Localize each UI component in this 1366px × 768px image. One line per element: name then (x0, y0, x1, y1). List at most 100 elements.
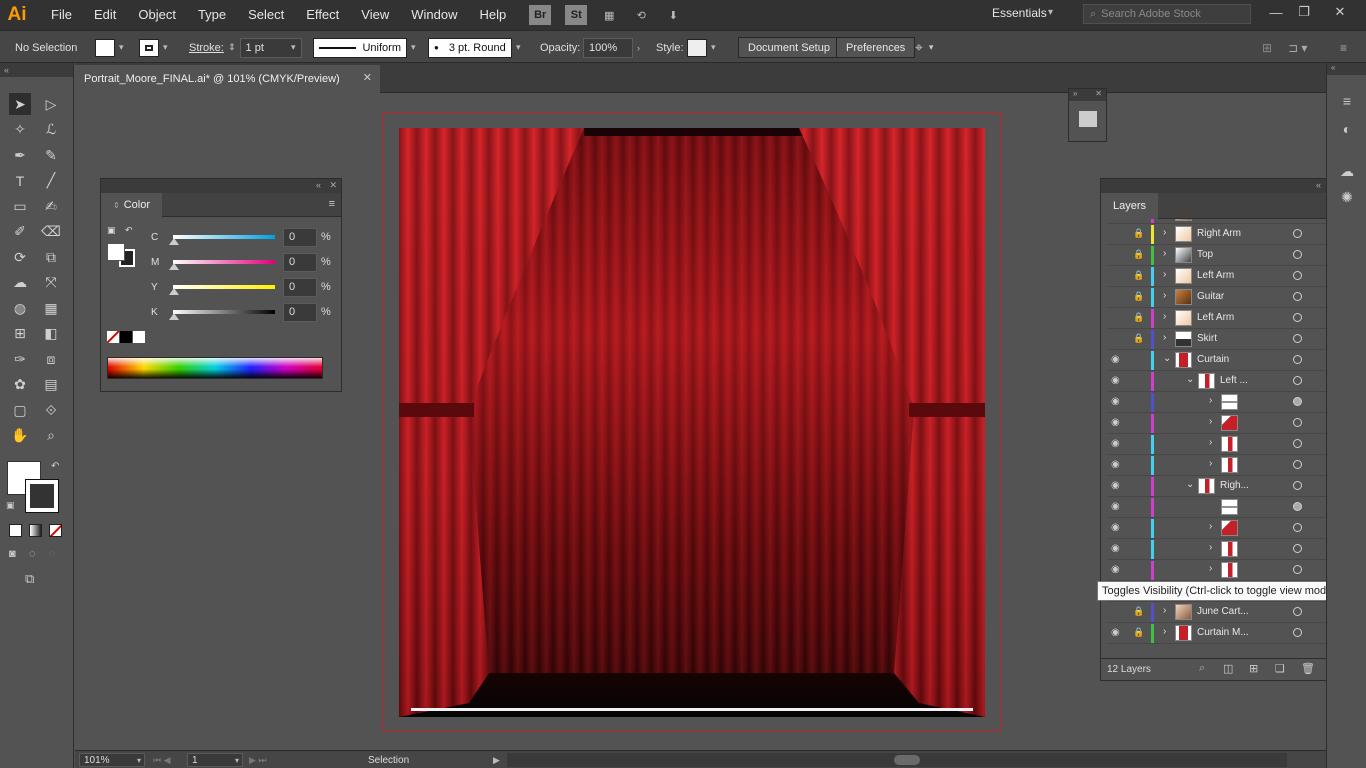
stepper-icon[interactable]: ⇕ (228, 42, 236, 53)
layer-name[interactable]: Curtain (1197, 354, 1229, 365)
scale-icon[interactable]: ⧉ (40, 246, 62, 268)
layer-row[interactable]: ◉ ⌄ Curtain (1107, 350, 1329, 371)
menu-edit[interactable]: Edit (83, 0, 127, 30)
style-swatch[interactable] (687, 38, 707, 57)
lock-icon[interactable]: 🔒 (1133, 333, 1145, 345)
lock-toggle[interactable] (1133, 522, 1145, 534)
menu-object[interactable]: Object (127, 0, 187, 30)
profile-field[interactable]: Uniform (313, 37, 407, 58)
panel-menu-icon[interactable]: ≡ (1340, 31, 1347, 64)
default-colors-icon[interactable]: ▣ (107, 225, 116, 236)
restore-button[interactable]: ❐ (1293, 3, 1315, 21)
target-icon[interactable] (1293, 376, 1302, 385)
free-transform-icon[interactable]: ⤧ (40, 272, 62, 294)
layer-row[interactable]: ◉ › (1107, 392, 1329, 413)
chevron-down-icon[interactable]: ⌄ (1163, 353, 1171, 364)
arrange-documents-icon[interactable]: ▦ (599, 7, 619, 23)
paintbrush-icon[interactable]: ✍ (40, 195, 62, 217)
eye-icon[interactable]: ◉ (1111, 375, 1123, 387)
lock-icon[interactable]: 🔒 (1133, 228, 1145, 240)
eye-icon[interactable]: ◉ (1111, 543, 1123, 555)
horizontal-scrollbar[interactable] (507, 753, 1287, 767)
document-setup-button[interactable]: Document Setup (738, 37, 840, 58)
collapse-icon[interactable]: « (0, 63, 73, 77)
color-guide-icon[interactable]: ✺ (1337, 187, 1357, 207)
chevron-right-icon[interactable]: › (1163, 290, 1166, 301)
visibility-toggle[interactable] (1111, 249, 1123, 261)
slider-handle[interactable] (169, 238, 179, 245)
chevron-right-icon[interactable]: › (1209, 437, 1212, 448)
eye-icon[interactable]: ◉ (1111, 459, 1123, 471)
chevron-right-icon[interactable]: › (1163, 227, 1166, 238)
stroke-label[interactable]: Stroke: (189, 31, 224, 64)
magic-wand-icon[interactable]: ✧ (9, 119, 31, 141)
opacity-field[interactable]: 100% (583, 37, 633, 58)
layer-row[interactable]: ◉ › (1107, 413, 1329, 434)
chevron-down-icon[interactable]: ▾ (163, 42, 168, 53)
shaper-icon[interactable]: ✐ (9, 221, 31, 243)
stroke-swatch[interactable] (139, 38, 159, 57)
eraser-icon[interactable]: ⌫ (40, 221, 62, 243)
visibility-toggle[interactable] (1111, 228, 1123, 240)
chevron-right-icon[interactable]: › (1163, 332, 1166, 343)
layer-name[interactable]: Guitar (1197, 291, 1224, 302)
swap-icon[interactable]: ↶ (51, 461, 59, 472)
stroke-weight-field[interactable]: 1 pt ▾ (239, 37, 302, 58)
visibility-toggle[interactable] (1111, 291, 1123, 303)
layer-row[interactable]: 🔒 › Left Arm (1107, 308, 1329, 329)
eye-icon[interactable]: ◉ (1111, 480, 1123, 492)
black-swatch[interactable] (120, 331, 132, 343)
chevron-right-icon[interactable]: › (1209, 521, 1212, 532)
layer-row[interactable]: 🔒 › Left Arm (1107, 266, 1329, 287)
gpu-performance-icon[interactable]: ⟲ (631, 7, 651, 23)
zoom-field[interactable]: 101% ▾ (79, 753, 145, 767)
lock-toggle[interactable] (1133, 438, 1145, 450)
eye-icon[interactable]: ◉ (1111, 564, 1123, 576)
workspace-switcher[interactable]: Essentials (992, 6, 1047, 20)
layer-row[interactable]: ◉ (1107, 497, 1329, 518)
slider-value-field[interactable]: 0 (283, 252, 317, 272)
blend-icon[interactable]: ⧈ (40, 348, 62, 370)
close-window-button[interactable]: ✕ (1329, 3, 1351, 21)
slider-value-field[interactable]: 0 (283, 277, 317, 297)
draw-behind-icon[interactable]: ◌ (29, 548, 36, 560)
slider-handle[interactable] (169, 263, 179, 270)
sync-icon[interactable]: ⬇ (663, 7, 683, 23)
target-icon[interactable] (1293, 292, 1302, 301)
slider-value-field[interactable]: 0 (283, 302, 317, 322)
none-mode-icon[interactable] (49, 524, 62, 537)
rectangle-icon[interactable]: ▭ (9, 195, 31, 217)
draw-inside-icon[interactable]: ◌ (49, 548, 56, 560)
mesh-icon[interactable]: ⊞ (9, 323, 31, 345)
layer-name[interactable]: Righ... (1220, 480, 1249, 491)
eye-icon[interactable]: ◉ (1111, 627, 1123, 639)
chevron-right-icon[interactable]: › (1209, 542, 1212, 553)
warp-icon[interactable]: ☁ (9, 272, 31, 294)
lock-toggle[interactable] (1133, 480, 1145, 492)
lock-icon[interactable]: 🔒 (1133, 606, 1145, 618)
lock-toggle[interactable] (1133, 417, 1145, 429)
chevron-right-icon[interactable]: › (1209, 563, 1212, 574)
target-icon[interactable] (1293, 397, 1302, 406)
chevron-down-icon[interactable]: ⌄ (1186, 374, 1194, 385)
layer-name[interactable]: Left Arm (1197, 312, 1234, 323)
collapse-icon[interactable]: « (1327, 63, 1366, 75)
slice-icon[interactable]: ⟐ (40, 399, 62, 421)
type-icon[interactable]: T (9, 170, 31, 192)
scrollbar-thumb[interactable] (894, 755, 920, 765)
chevron-right-icon[interactable]: › (1163, 311, 1166, 322)
close-icon[interactable]: ✕ (363, 71, 372, 84)
lock-icon[interactable]: 🔒 (1133, 312, 1145, 324)
curvature-icon[interactable]: ✎ (40, 144, 62, 166)
chevron-right-icon[interactable]: › (1209, 458, 1212, 469)
fill-box[interactable] (107, 243, 125, 261)
layer-name[interactable]: Curtain M... (1197, 627, 1249, 638)
eye-icon[interactable]: ◉ (1111, 522, 1123, 534)
chevron-right-icon[interactable]: › (1209, 395, 1212, 406)
target-icon[interactable] (1293, 502, 1302, 511)
artboard-icon[interactable]: ▢ (9, 399, 31, 421)
default-colors-icon[interactable]: ▣ (6, 500, 15, 511)
layer-row[interactable]: ◉ › (1107, 539, 1329, 560)
make-clipping-mask-icon[interactable]: ◫ (1223, 662, 1233, 675)
layer-name[interactable]: June Cart... (1197, 606, 1249, 617)
